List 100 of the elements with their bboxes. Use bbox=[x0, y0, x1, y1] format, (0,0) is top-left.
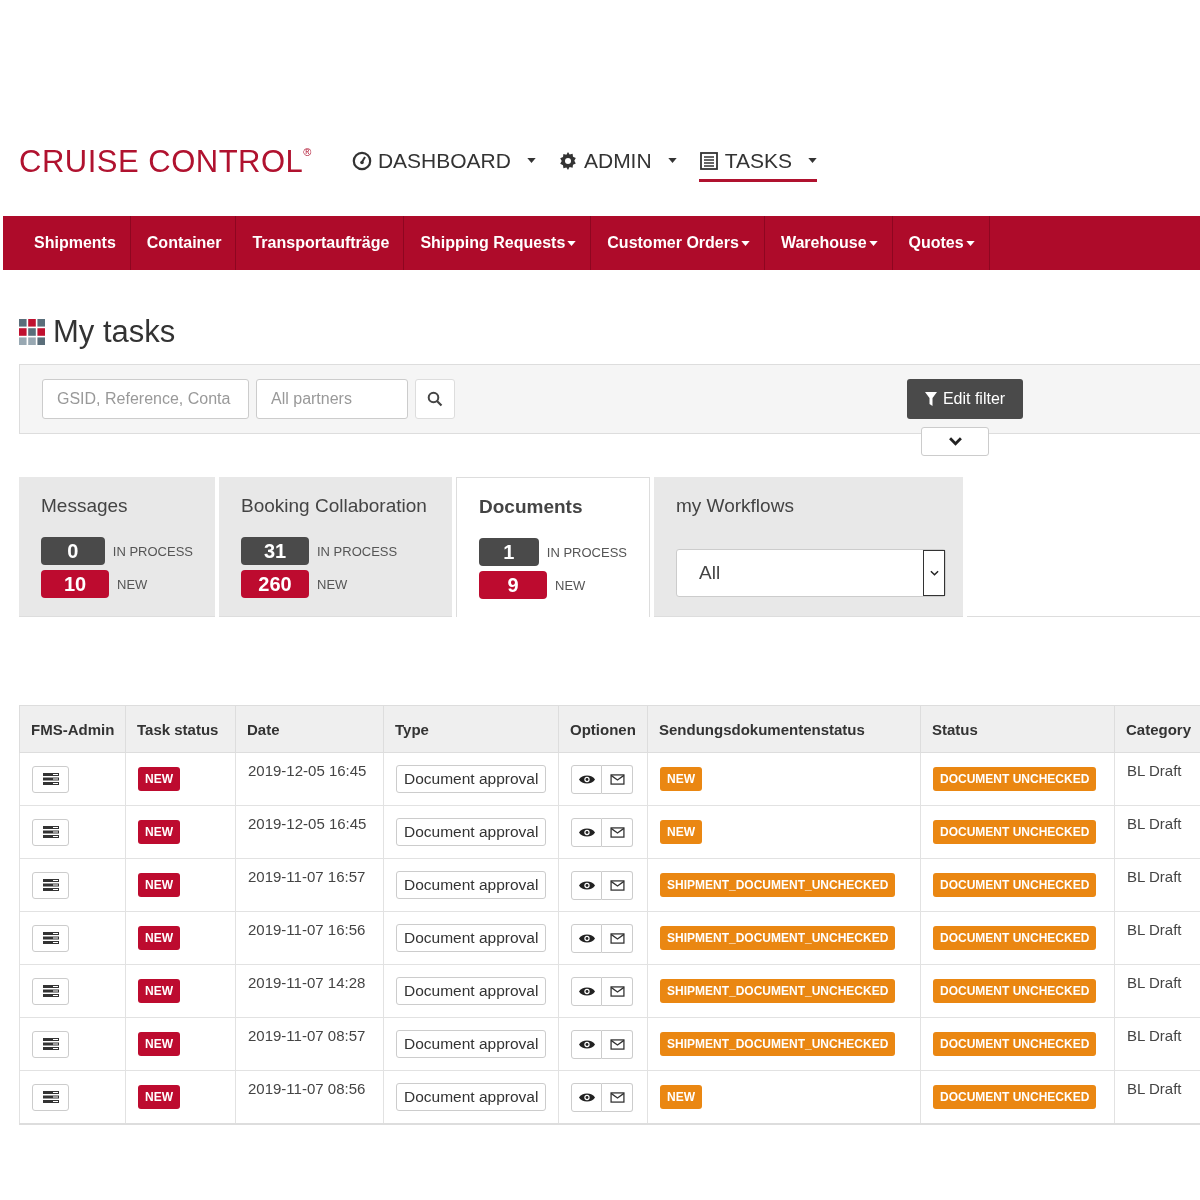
eye-icon bbox=[578, 879, 595, 891]
category-tab[interactable]: Documents 1 IN PROCESS 9 NEW bbox=[456, 477, 650, 617]
category-tab[interactable]: Messages 0 IN PROCESS 10 NEW bbox=[19, 477, 215, 617]
caret-icon bbox=[868, 240, 878, 246]
view-button[interactable] bbox=[571, 817, 602, 847]
nav-item[interactable]: Shipments bbox=[3, 216, 131, 270]
top-nav-tab[interactable]: TASKS bbox=[698, 142, 817, 182]
envelope-icon bbox=[609, 879, 625, 891]
chevron-down-icon bbox=[929, 570, 939, 576]
date-cell: 2019-11-07 14:28 bbox=[235, 964, 384, 1018]
tab-title: Documents bbox=[479, 496, 584, 518]
task-status-badge: NEW bbox=[138, 1032, 180, 1056]
view-button[interactable] bbox=[571, 1029, 602, 1059]
nav-item[interactable]: Warehouse bbox=[764, 216, 893, 270]
page-title: My tasks bbox=[53, 314, 176, 350]
view-button[interactable] bbox=[571, 764, 602, 794]
server-icon bbox=[42, 826, 59, 838]
count-badge: 9 bbox=[479, 571, 547, 599]
column-header[interactable]: Type bbox=[383, 705, 559, 753]
admin-button[interactable] bbox=[32, 871, 69, 899]
nav-item[interactable]: Customer Orders bbox=[591, 216, 765, 270]
nav-item[interactable]: Quotes bbox=[892, 216, 990, 270]
type-label: Document approval bbox=[396, 924, 547, 952]
category-tab[interactable]: my Workflows All bbox=[654, 477, 963, 617]
grid-icon bbox=[19, 319, 45, 345]
category-tab[interactable]: Booking Collaboration 31 IN PROCESS 260 NEW bbox=[219, 477, 452, 617]
server-icon bbox=[42, 1038, 59, 1050]
nav-item[interactable]: Shipping Requests bbox=[404, 216, 592, 270]
document-status-badge: SHIPMENT_DOCUMENT_UNCHECKED bbox=[660, 873, 896, 897]
date-cell: 2019-11-07 08:57 bbox=[235, 1017, 384, 1071]
count-label: IN PROCESS bbox=[112, 543, 193, 559]
mail-button[interactable] bbox=[602, 764, 633, 794]
mail-button[interactable] bbox=[602, 870, 633, 900]
view-button[interactable] bbox=[571, 923, 602, 953]
search-field[interactable]: GSID, Reference, Conta bbox=[42, 379, 249, 419]
mail-button[interactable] bbox=[602, 817, 633, 847]
document-status-badge: NEW bbox=[660, 820, 702, 844]
eye-icon bbox=[578, 826, 595, 838]
count-badge: 10 bbox=[41, 570, 109, 598]
type-label: Document approval bbox=[396, 1083, 547, 1111]
nav-item[interactable]: Transportaufträge bbox=[236, 216, 405, 270]
admin-button[interactable] bbox=[32, 765, 69, 793]
count-label: NEW bbox=[117, 576, 148, 592]
workflow-select[interactable]: All bbox=[676, 549, 946, 597]
envelope-icon bbox=[609, 1038, 625, 1050]
admin-button[interactable] bbox=[32, 818, 69, 846]
column-header[interactable]: Optionen bbox=[558, 705, 648, 753]
tab-title: Booking Collaboration bbox=[241, 495, 428, 517]
caret-icon bbox=[667, 158, 677, 163]
mail-button[interactable] bbox=[602, 1082, 633, 1112]
status-badge: DOCUMENT UNCHECKED bbox=[933, 979, 1097, 1003]
admin-button[interactable] bbox=[32, 977, 69, 1005]
document-status-badge: NEW bbox=[660, 767, 702, 791]
search-button[interactable] bbox=[415, 379, 455, 419]
admin-button[interactable] bbox=[32, 1083, 69, 1111]
column-header[interactable]: Category bbox=[1114, 705, 1200, 753]
column-header[interactable]: Task status bbox=[125, 705, 236, 753]
count-label: NEW bbox=[317, 576, 348, 592]
caret-icon bbox=[740, 240, 750, 246]
view-button[interactable] bbox=[571, 870, 602, 900]
top-nav-tab[interactable]: ADMIN bbox=[557, 142, 677, 182]
mail-button[interactable] bbox=[602, 976, 633, 1006]
edit-filter-button[interactable]: Edit filter bbox=[907, 379, 1023, 419]
server-icon bbox=[42, 879, 59, 891]
count-badge: 260 bbox=[241, 570, 309, 598]
status-badge: DOCUMENT UNCHECKED bbox=[933, 767, 1097, 791]
mail-button[interactable] bbox=[602, 923, 633, 953]
view-button[interactable] bbox=[571, 1082, 602, 1112]
nav-item[interactable]: Container bbox=[130, 216, 237, 270]
view-button[interactable] bbox=[571, 976, 602, 1006]
count-label: IN PROCESS bbox=[317, 543, 398, 559]
date-cell: 2019-12-05 16:45 bbox=[235, 752, 384, 806]
gauge-icon bbox=[351, 150, 372, 171]
task-status-badge: NEW bbox=[138, 979, 180, 1003]
eye-icon bbox=[578, 1091, 595, 1103]
caret-icon bbox=[807, 158, 817, 163]
status-badge: DOCUMENT UNCHECKED bbox=[933, 926, 1097, 950]
column-header[interactable]: Sendungsdokumentenstatus bbox=[647, 705, 921, 753]
top-nav-tab[interactable]: DASHBOARD bbox=[351, 142, 536, 182]
task-status-badge: NEW bbox=[138, 873, 180, 897]
expand-button[interactable] bbox=[921, 427, 989, 456]
document-status-badge: SHIPMENT_DOCUMENT_UNCHECKED bbox=[660, 1032, 896, 1056]
mail-button[interactable] bbox=[602, 1029, 633, 1059]
admin-button[interactable] bbox=[32, 924, 69, 952]
settings-icon bbox=[557, 150, 578, 171]
document-status-badge: SHIPMENT_DOCUMENT_UNCHECKED bbox=[660, 979, 896, 1003]
admin-button[interactable] bbox=[32, 1030, 69, 1058]
server-icon bbox=[42, 932, 59, 944]
filter-icon bbox=[924, 392, 937, 406]
column-header[interactable]: FMS-Admin bbox=[19, 705, 126, 753]
eye-icon bbox=[578, 773, 595, 785]
status-badge: DOCUMENT UNCHECKED bbox=[933, 820, 1097, 844]
partners-field[interactable]: All partners bbox=[256, 379, 408, 419]
column-header[interactable]: Status bbox=[920, 705, 1115, 753]
chevron-down-icon bbox=[948, 437, 962, 446]
column-header[interactable]: Date bbox=[235, 705, 384, 753]
document-status-badge: NEW bbox=[660, 1085, 702, 1109]
logo[interactable]: CRUISE CONTROL$^{®}$ bbox=[19, 144, 312, 180]
count-badge: 1 bbox=[479, 538, 539, 566]
type-label: Document approval bbox=[396, 871, 547, 899]
